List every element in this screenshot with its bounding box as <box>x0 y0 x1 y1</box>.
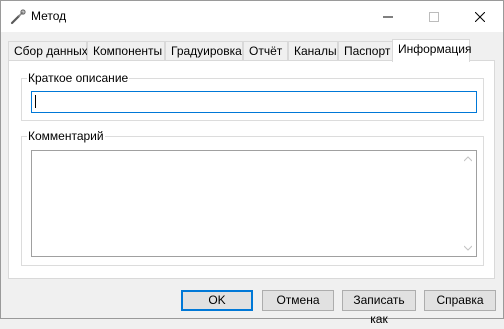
window-title: Метод <box>31 9 67 23</box>
scroll-up-icon[interactable] <box>464 155 472 163</box>
short-description-label: Краткое описание <box>27 71 130 85</box>
maximize-button[interactable] <box>411 1 457 32</box>
tab-information[interactable]: Информация <box>392 39 471 62</box>
close-button[interactable] <box>457 1 503 32</box>
information-panel: Краткое описание Комментарий <box>8 60 495 279</box>
comment-scrollbar[interactable] <box>460 151 476 256</box>
wrench-icon <box>10 9 26 25</box>
tab-passport[interactable]: Паспорт <box>338 41 394 60</box>
close-icon <box>475 11 485 22</box>
title-bar[interactable]: Метод <box>1 1 503 32</box>
comment-group: Комментарий <box>21 129 484 266</box>
ok-button[interactable]: OK <box>181 290 253 311</box>
text-caret <box>35 95 36 108</box>
save-as-button[interactable]: Записать как <box>342 290 416 326</box>
help-button[interactable]: Справка <box>424 290 496 311</box>
tab-report[interactable]: Отчёт <box>243 41 288 60</box>
dialog-window: Метод Сбор данных Компоненты Градуировка… <box>0 0 504 326</box>
short-description-input[interactable] <box>31 91 477 113</box>
comment-label: Комментарий <box>27 129 105 143</box>
tab-channels[interactable]: Каналы <box>288 41 338 60</box>
minimize-icon <box>383 16 393 17</box>
tab-calibration[interactable]: Градуировка <box>165 41 243 60</box>
tab-components[interactable]: Компоненты <box>87 41 165 60</box>
comment-textarea[interactable] <box>31 150 477 257</box>
scroll-down-icon[interactable] <box>464 244 472 252</box>
cancel-button[interactable]: Отмена <box>262 290 334 311</box>
short-description-group: Краткое описание <box>21 71 484 121</box>
minimize-button[interactable] <box>365 1 411 32</box>
maximize-icon <box>429 11 439 22</box>
tab-data-acquisition[interactable]: Сбор данных <box>8 41 88 60</box>
